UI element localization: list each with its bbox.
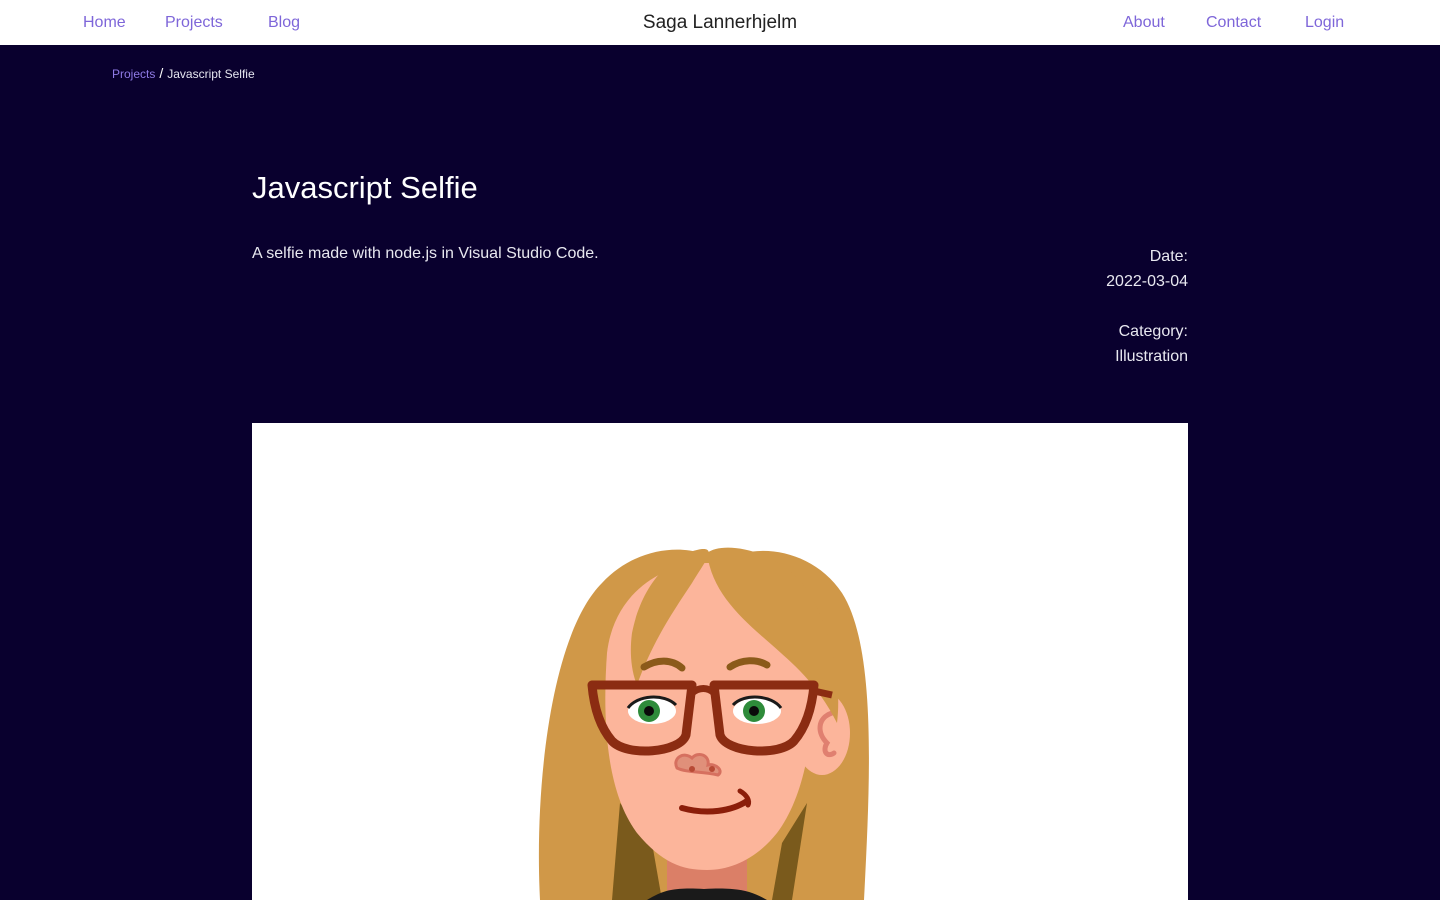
breadcrumb: Projects / Javascript Selfie (112, 65, 255, 82)
selfie-illustration-icon (538, 547, 869, 900)
date-label: Date: (1149, 248, 1188, 265)
project-description: A selfie made with node.js in Visual Stu… (252, 245, 599, 262)
nav-contact-link[interactable]: Contact (1206, 12, 1261, 34)
project-meta: Date: 2022-03-04 Category: Illustration (1106, 244, 1188, 369)
project-image (252, 423, 1188, 900)
date-value: 2022-03-04 (1106, 273, 1188, 290)
top-navbar: Home Projects Blog Saga Lannerhjelm Abou… (0, 0, 1440, 45)
breadcrumb-separator: / (159, 65, 164, 81)
nav-about-link[interactable]: About (1123, 12, 1165, 34)
page-title: Javascript Selfie (252, 170, 478, 205)
category-label: Category: (1118, 323, 1188, 340)
breadcrumb-projects-link[interactable]: Projects (112, 67, 155, 81)
category-value: Illustration (1115, 348, 1188, 365)
breadcrumb-current: Javascript Selfie (167, 67, 255, 81)
nav-login-link[interactable]: Login (1305, 12, 1344, 34)
